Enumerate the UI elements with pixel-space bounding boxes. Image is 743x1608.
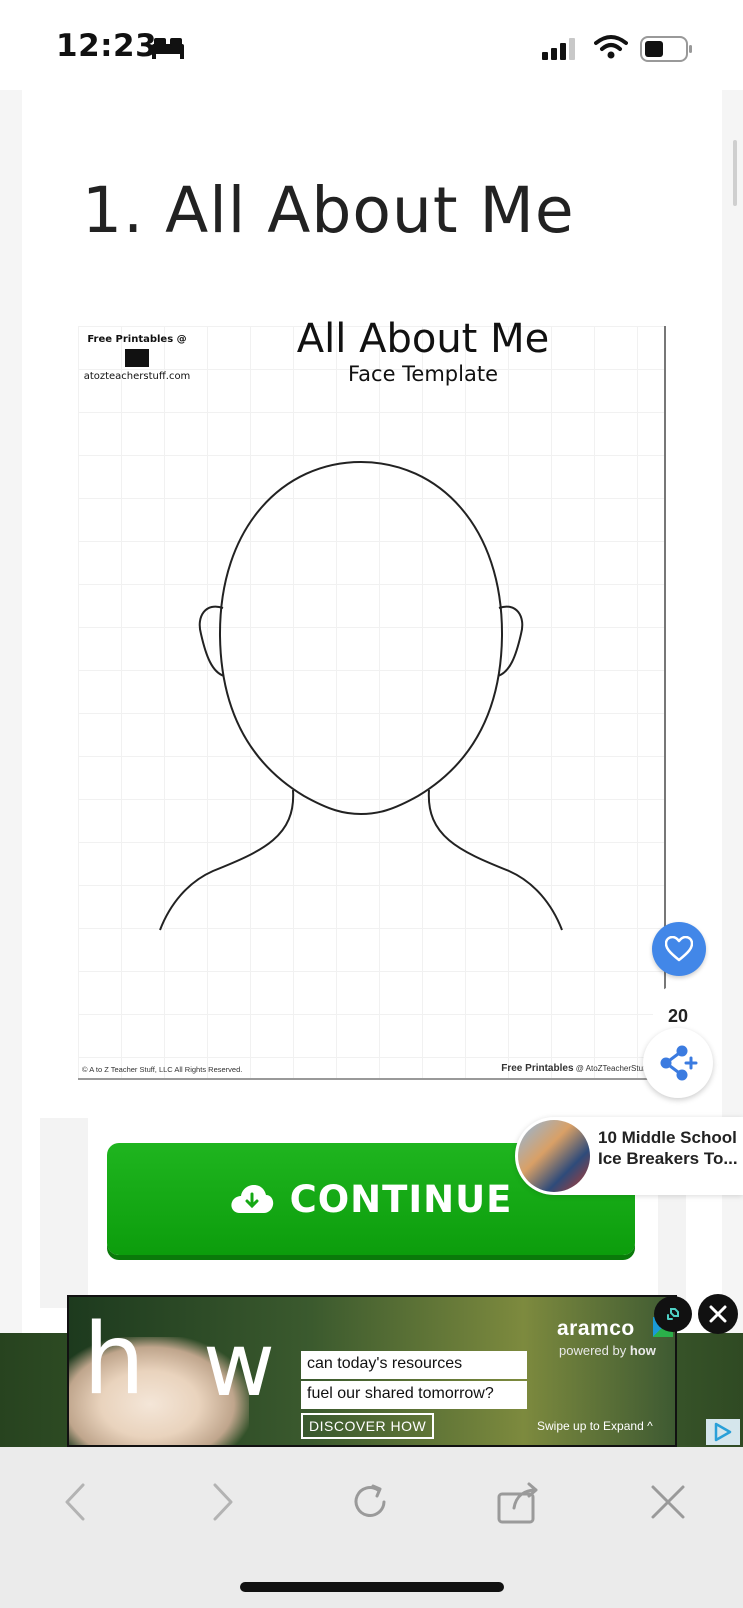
ad-discover-button[interactable]: DISCOVER HOW xyxy=(301,1413,435,1439)
ad-brand-name: aramco xyxy=(557,1317,635,1340)
adchoices-icon xyxy=(667,1308,679,1320)
ad-choices-button[interactable] xyxy=(654,1296,692,1332)
ad-info-button[interactable] xyxy=(706,1419,740,1445)
neck-shoulders-right xyxy=(427,789,563,931)
ad-copy-line-2: fuel our shared tomorrow? xyxy=(301,1381,527,1409)
like-button[interactable] xyxy=(652,922,706,976)
ad-powered-by: powered by how xyxy=(559,1343,656,1358)
printable-copyright: © A to Z Teacher Stuff, LLC All Rights R… xyxy=(82,1065,243,1074)
ad-copy-line-1: can today's resources xyxy=(301,1351,527,1379)
status-time: 12:23 xyxy=(56,28,158,64)
printable-image[interactable]: Free Printables @ atozteacherstuff.com A… xyxy=(78,316,666,1080)
reload-icon xyxy=(354,1484,386,1517)
reload-button[interactable] xyxy=(345,1477,395,1527)
share-page-button[interactable] xyxy=(494,1477,544,1527)
printable-footer-brand: Free Printables @ AtoZTeacherStuff.co xyxy=(501,1063,658,1074)
back-icon xyxy=(65,1483,85,1521)
share-icon xyxy=(660,1045,698,1081)
close-icon xyxy=(651,1485,685,1519)
share-widget: 20 xyxy=(643,985,715,1098)
ad-swipe-hint: Swipe up to Expand ^ xyxy=(537,1419,653,1433)
forward-icon xyxy=(213,1483,233,1521)
related-article-thumbnail xyxy=(518,1120,590,1192)
ad-info-icon xyxy=(714,1422,732,1442)
wifi-icon xyxy=(594,35,628,59)
ad-banner[interactable]: h w can today's resources fuel our share… xyxy=(67,1295,677,1447)
ad-big-letter-h: h xyxy=(83,1303,146,1417)
related-article-card[interactable]: 10 Middle School Ice Breakers To... xyxy=(515,1117,743,1195)
forward-button[interactable] xyxy=(198,1477,248,1527)
scrollbar[interactable] xyxy=(733,140,737,206)
article-heading: 1. All About Me xyxy=(82,174,575,247)
ad-powered-prefix: powered by xyxy=(559,1343,627,1358)
head-outline xyxy=(218,460,504,816)
close-icon xyxy=(709,1305,727,1323)
ad-close-button[interactable] xyxy=(698,1294,738,1334)
continue-label: CONTINUE xyxy=(289,1177,513,1221)
share-out-icon xyxy=(497,1482,538,1524)
heart-icon xyxy=(665,936,693,962)
share-button[interactable] xyxy=(643,1028,713,1098)
neck-shoulders-left xyxy=(159,789,295,931)
battery-icon xyxy=(640,36,692,62)
signal-icon xyxy=(542,38,575,60)
bed-icon xyxy=(152,38,184,59)
status-bar: 12:23 xyxy=(0,0,743,90)
back-button[interactable] xyxy=(50,1477,100,1527)
related-article-title: 10 Middle School Ice Breakers To... xyxy=(598,1128,738,1168)
ad-big-letter-w: w xyxy=(203,1313,275,1416)
footer-brand-bold: Free Printables xyxy=(501,1063,574,1074)
ad-powered-brand: how xyxy=(629,1343,656,1358)
home-indicator[interactable] xyxy=(240,1582,504,1592)
face-outline-drawing xyxy=(159,460,563,931)
close-tab-button[interactable] xyxy=(643,1477,693,1527)
cloud-download-icon xyxy=(230,1185,273,1213)
